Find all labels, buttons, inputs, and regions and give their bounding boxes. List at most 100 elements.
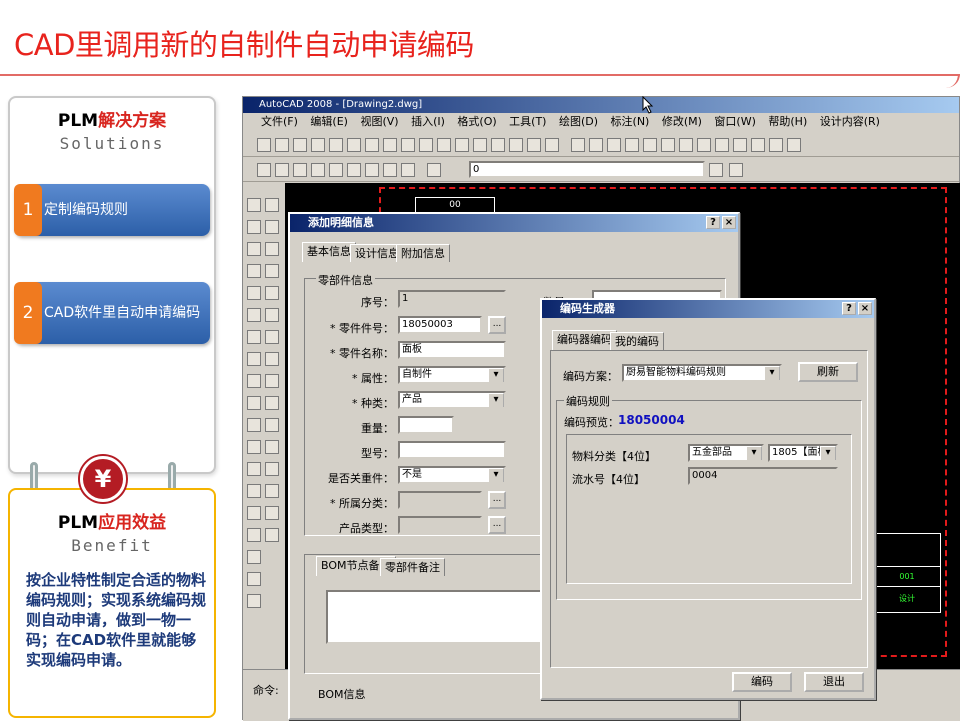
tab-my-code[interactable]: 我的编码 (610, 332, 664, 350)
explode-icon[interactable] (265, 528, 279, 542)
chamfer-icon[interactable] (265, 484, 279, 498)
scheme-select[interactable]: 厨易智能物料编码规则 (622, 364, 782, 382)
layer-dropdown[interactable]: 0 (469, 161, 705, 178)
rotate-icon[interactable] (265, 330, 279, 344)
step-2[interactable]: 2 CAD软件里自动申请编码 (14, 282, 210, 344)
copy-icon[interactable] (383, 138, 397, 152)
menu-design-content[interactable]: 设计内容(R) (820, 115, 880, 128)
undo-icon[interactable] (401, 138, 415, 152)
menu-modify[interactable]: 修改(M) (662, 115, 702, 128)
make-block-icon[interactable] (247, 462, 261, 476)
tool-palette-icon[interactable] (509, 138, 523, 152)
tab-extra-info[interactable]: 附加信息 (396, 244, 450, 262)
arc-icon[interactable] (247, 308, 261, 322)
scale-icon[interactable] (265, 352, 279, 366)
polygon-icon[interactable] (247, 264, 261, 278)
copy-object-icon[interactable] (265, 220, 279, 234)
calculator-icon[interactable] (527, 138, 541, 152)
plm-tool-3-icon[interactable] (607, 138, 621, 152)
make-current-icon[interactable] (709, 163, 723, 177)
array-icon[interactable] (265, 286, 279, 300)
plm-tool-10-icon[interactable] (733, 138, 747, 152)
seq-field[interactable]: 1 (398, 290, 506, 308)
zoom-dynamic-icon[interactable] (293, 163, 307, 177)
part-name-field[interactable]: 面板 (398, 341, 506, 359)
rule-row-1-select-a[interactable]: 五金部品 (688, 444, 764, 462)
rule-row-1-select-b[interactable]: 1805【面板】 (768, 444, 838, 462)
menu-insert[interactable]: 插入(I) (411, 115, 445, 128)
zoom-center-icon[interactable] (329, 163, 343, 177)
rule-row-2-field[interactable]: 0004 (688, 467, 838, 485)
code-help-button[interactable]: ? (842, 302, 856, 315)
cut-icon[interactable] (365, 138, 379, 152)
gradient-icon[interactable] (247, 528, 261, 542)
new-icon[interactable] (257, 138, 271, 152)
detail-help-button[interactable]: ? (706, 216, 720, 229)
line-icon[interactable] (247, 198, 261, 212)
move-icon[interactable] (265, 308, 279, 322)
extend-icon[interactable] (265, 418, 279, 432)
code-close-button[interactable]: × (858, 302, 872, 315)
category-field[interactable] (398, 491, 482, 509)
plm-tool-13-icon[interactable] (787, 138, 801, 152)
print-icon[interactable] (311, 138, 325, 152)
detail-close-button[interactable]: × (722, 216, 736, 229)
plm-tool-1-icon[interactable] (571, 138, 585, 152)
step-1[interactable]: 1 定制编码规则 (14, 184, 210, 236)
point-icon[interactable] (247, 484, 261, 498)
plm-tool-11-icon[interactable] (751, 138, 765, 152)
weight-field[interactable] (398, 416, 454, 434)
hatch-icon[interactable] (247, 506, 261, 520)
rectangle-icon[interactable] (247, 286, 261, 300)
menu-dimension[interactable]: 标注(N) (611, 115, 650, 128)
zoom-icon[interactable] (455, 138, 469, 152)
menu-file[interactable]: 文件(F) (261, 115, 298, 128)
break-icon[interactable] (265, 440, 279, 454)
trim-icon[interactable] (265, 396, 279, 410)
menu-help[interactable]: 帮助(H) (768, 115, 807, 128)
product-type-field[interactable] (398, 516, 482, 534)
region-icon[interactable] (247, 550, 261, 564)
save-icon[interactable] (293, 138, 307, 152)
erase-icon[interactable] (265, 198, 279, 212)
zoom-in-icon[interactable] (347, 163, 361, 177)
layer-previous-icon[interactable] (729, 163, 743, 177)
menu-draw[interactable]: 绘图(D) (559, 115, 598, 128)
zoom-window-icon[interactable] (275, 163, 289, 177)
menu-window[interactable]: 窗口(W) (714, 115, 755, 128)
zoom-scale-icon[interactable] (311, 163, 325, 177)
revcloud-icon[interactable] (247, 352, 261, 366)
plm-tool-5-icon[interactable] (643, 138, 657, 152)
fillet-icon[interactable] (265, 506, 279, 520)
ellipse-arc-icon[interactable] (247, 418, 261, 432)
plm-tool-8-icon[interactable] (697, 138, 711, 152)
plm-tool-2-icon[interactable] (589, 138, 603, 152)
attr-select[interactable]: 自制件 (398, 366, 506, 384)
stretch-icon[interactable] (265, 374, 279, 388)
polyline-icon[interactable] (247, 242, 261, 256)
zoom-realtime-icon[interactable] (257, 163, 271, 177)
open-icon[interactable] (275, 138, 289, 152)
mtext-icon[interactable] (247, 594, 261, 608)
circle-icon[interactable] (247, 330, 261, 344)
kind-select[interactable]: 产品 (398, 391, 506, 409)
zoom-out-icon[interactable] (365, 163, 379, 177)
exit-button[interactable]: 退出 (804, 672, 864, 692)
plm-tool-9-icon[interactable] (715, 138, 729, 152)
xline-icon[interactable] (247, 220, 261, 234)
tab-basic-info[interactable]: 基本信息 (302, 242, 356, 262)
product-type-browse-button[interactable]: ... (488, 516, 506, 534)
preview-icon[interactable] (329, 138, 343, 152)
menu-view[interactable]: 视图(V) (360, 115, 398, 128)
join-icon[interactable] (265, 462, 279, 476)
encode-button[interactable]: 编码 (732, 672, 792, 692)
menu-format[interactable]: 格式(O) (457, 115, 496, 128)
plm-tool-7-icon[interactable] (679, 138, 693, 152)
tab-part-note[interactable]: 零部件备注 (380, 558, 445, 576)
insert-block-icon[interactable] (247, 440, 261, 454)
properties-icon[interactable] (473, 138, 487, 152)
mirror-icon[interactable] (265, 242, 279, 256)
part-no-field[interactable]: 18050003 (398, 316, 482, 334)
design-center-icon[interactable] (491, 138, 505, 152)
category-browse-button[interactable]: ... (488, 491, 506, 509)
